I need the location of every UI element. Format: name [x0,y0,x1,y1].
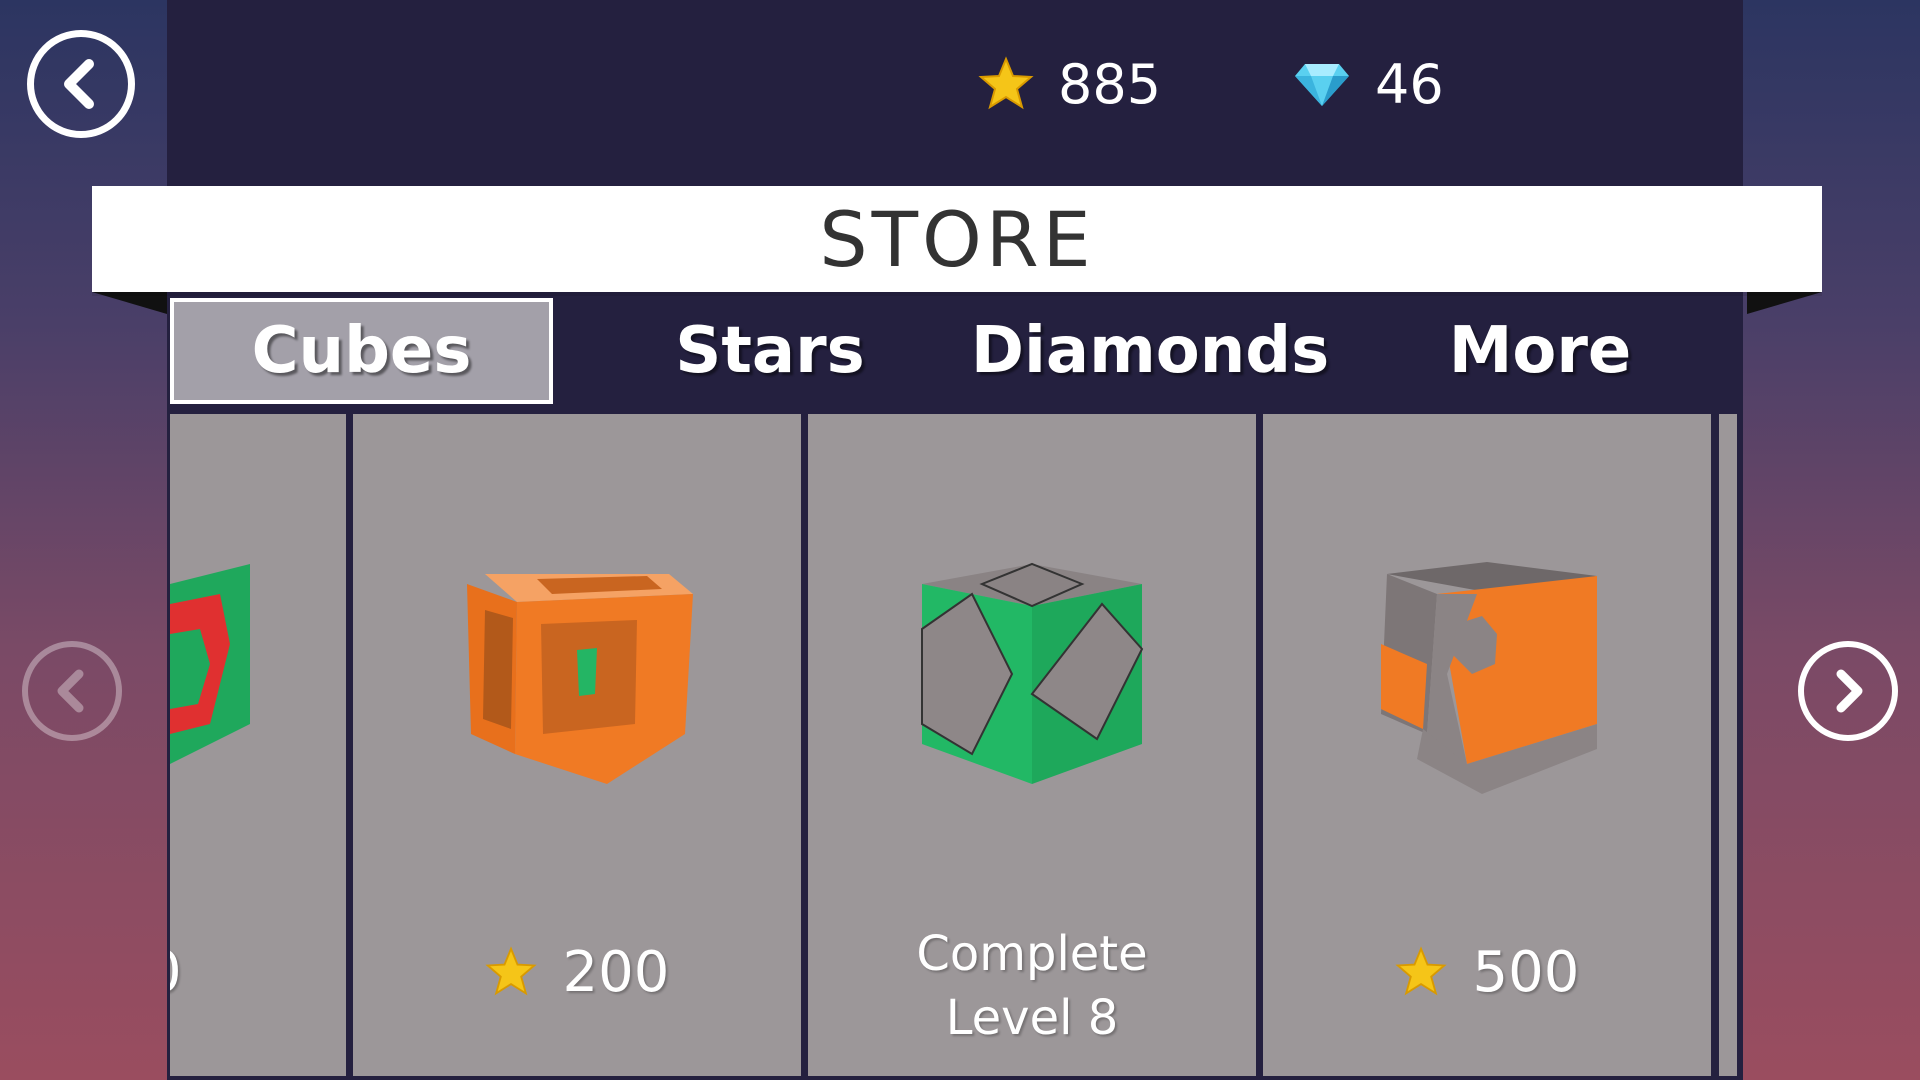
tab-diamonds[interactable]: Diamonds [940,298,1360,404]
diamonds-value: 46 [1375,52,1444,116]
stars-value: 885 [1058,52,1162,116]
diamonds-counter: 46 [1293,52,1444,116]
card-2-requirement: Complete Level 8 [808,922,1256,1050]
chevron-right-icon [1836,669,1863,713]
category-tabs: Cubes Stars Diamonds More [170,298,1740,404]
store-title: STORE [819,194,1095,284]
cube-red-green-icon [170,564,250,764]
stars-counter: 885 [978,52,1161,116]
store-card-partial-left[interactable]: 0 [170,414,346,1076]
store-card-partial-right[interactable] [1719,414,1737,1076]
store-card-frame-cube[interactable]: 200 [353,414,801,1076]
banner-fold-left [92,292,167,314]
diamond-icon [1295,64,1349,106]
next-page-button[interactable] [1798,641,1898,741]
chevron-left-icon [57,669,84,713]
store-card-sliced-cube[interactable]: 500 [1263,414,1711,1076]
card-0-price: 0 [170,940,182,1005]
orange-gray-cube-icon [1381,562,1597,794]
star-icon [1394,946,1447,996]
orange-frame-cube-icon [467,574,693,784]
store-card-harlequin-cube[interactable]: Complete Level 8 [808,414,1256,1076]
card-2-requirement-line1: Complete [916,926,1148,982]
tab-cubes-label: Cubes [251,314,472,388]
green-gray-cube-icon [921,562,1144,784]
card-1-price: 200 [562,939,670,1005]
back-button[interactable] [27,30,135,138]
tab-more[interactable]: More [1360,298,1720,404]
tab-cubes[interactable]: Cubes [170,298,553,404]
tab-stars[interactable]: Stars [590,298,950,404]
card-2-requirement-line2: Level 8 [945,990,1119,1046]
tab-more-label: More [1448,314,1632,388]
tab-stars-label: Stars [675,314,865,388]
chevron-left-icon [64,59,94,109]
card-3-price: 500 [1472,939,1580,1005]
previous-page-button[interactable] [22,641,122,741]
banner-fold-right [1747,292,1822,314]
star-icon [978,56,1034,110]
tab-diamonds-label: Diamonds [970,314,1330,388]
store-banner: STORE [92,186,1822,292]
star-icon [484,946,537,996]
